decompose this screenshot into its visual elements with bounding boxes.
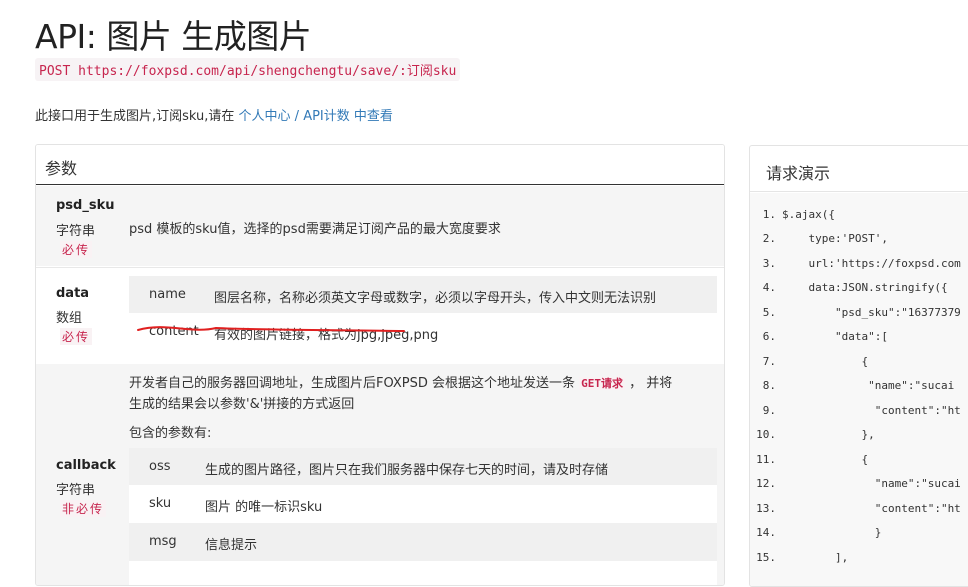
line-number: 9. (762, 404, 776, 417)
param-required-badge: 必传 (60, 328, 93, 345)
code-text: "name":"sucai (782, 477, 961, 490)
code-text: "content":"ht (782, 502, 961, 515)
code-text: { (782, 355, 869, 368)
code-line: 10. }, (750, 428, 875, 452)
code-text: }, (782, 428, 875, 441)
code-line: 2. type:'POST', (750, 232, 888, 256)
param-name: data (56, 286, 90, 301)
param-type: 字符串 (56, 483, 96, 498)
line-number: 11. (756, 453, 776, 466)
param-row-data: data 数组 必传 name 图层名称，名称必须英文字母或数字，必须以字母开头… (36, 267, 724, 365)
api-count-link[interactable]: 个人中心 / API计数 中查看 (239, 109, 393, 124)
subfield-row-partial (129, 561, 717, 585)
params-panel: 参数 psd_sku 字符串 必传 psd 模板的sku值，选择的psd需要满足… (35, 144, 725, 586)
code-line: 1. $.ajax({ (750, 208, 835, 232)
callback-description-line1: 开发者自己的服务器回调地址，生成图片后FOXPSD 会根据这个地址发送一条 GE… (129, 372, 672, 391)
param-description: psd 模板的sku值，选择的psd需要满足订阅产品的最大宽度要求 (129, 222, 501, 237)
line-number: 4. (762, 281, 776, 294)
code-text: "data":[ (782, 330, 888, 343)
page-title: API: 图片 生成图片 (35, 17, 312, 56)
code-line: 13. "content":"ht (750, 502, 961, 526)
line-number: 14. (756, 526, 776, 539)
code-text: "name":"sucai (782, 379, 955, 392)
code-text: "psd_sku":"16377379 (782, 306, 961, 319)
code-line: 15. ], (750, 551, 848, 575)
red-underline-annotation (137, 326, 405, 332)
code-line: 7. { (750, 355, 868, 379)
code-text: url:'https://foxpsd.com (782, 257, 961, 270)
code-line: 14. } (750, 526, 881, 550)
code-line: 11. { (750, 453, 868, 477)
param-type: 字符串 (56, 224, 96, 239)
subfield-key: oss (149, 459, 171, 474)
request-demo-panel: 请求演示 1. $.ajax({ 2. type:'POST', 3. url:'… (749, 145, 968, 587)
subfield-value: 图片 的唯一标识sku (205, 500, 323, 515)
line-number: 13. (756, 502, 776, 515)
endpoint-url: POST https://foxpsd.com/api/shengchengtu… (35, 58, 461, 81)
callback-description-line2: 生成的结果会以参数'&'拼接的方式返回 (129, 397, 355, 412)
line-number: 10. (756, 428, 776, 441)
code-line: 6. "data":[ (750, 330, 888, 354)
line-number: 1. (762, 208, 776, 221)
callback-params-label: 包含的参数有: (129, 426, 212, 441)
code-text: "content":"ht (782, 404, 961, 417)
line-number: 5. (762, 306, 776, 319)
intro-description: 此接口用于生成图片,订阅sku,请在 (35, 109, 239, 124)
subfield-key: sku (149, 496, 172, 511)
code-text: $.ajax({ (782, 208, 835, 221)
code-line: 4. data:JSON.stringify({ (750, 281, 948, 305)
callback-desc-text: 开发者自己的服务器回调地址，生成图片后FOXPSD 会根据这个地址发送一条 (129, 376, 580, 391)
subfield-value: 生成的图片路径，图片只在我们服务器中保存七天的时间，请及时存储 (205, 463, 609, 478)
intro-text: 此接口用于生成图片,订阅sku,请在 个人中心 / API计数 中查看 (35, 105, 393, 124)
callback-desc-text-end: ， 并将 (625, 376, 673, 391)
code-line: 8. "name":"sucai (750, 379, 954, 403)
code-text: type:'POST', (782, 232, 888, 245)
code-line: 12. "name":"sucai (750, 477, 961, 501)
param-name: psd_sku (56, 198, 115, 213)
subfield-row: oss 生成的图片路径，图片只在我们服务器中保存七天的时间，请及时存储 (129, 448, 717, 485)
code-text: } (782, 526, 882, 539)
param-row-psd-sku: psd_sku 字符串 必传 psd 模板的sku值，选择的psd需要满足订阅产… (36, 186, 724, 266)
line-number: 3. (762, 257, 776, 270)
param-name: callback (56, 458, 116, 473)
line-number: 7. (762, 355, 776, 368)
subfield-value: 信息提示 (205, 538, 258, 553)
param-type: 数组 (56, 311, 83, 326)
subfield-value: 图层名称，名称必须英文字母或数字，必须以字母开头，传入中文则无法识别 (214, 291, 657, 306)
param-required-badge: 非必传 (60, 500, 107, 517)
code-line: 5. "psd_sku":"16377379 (750, 306, 961, 330)
callback-subfields-table: oss 生成的图片路径，图片只在我们服务器中保存七天的时间，请及时存储 sku … (129, 448, 717, 585)
code-text: { (782, 453, 869, 466)
param-required-badge: 必传 (60, 241, 93, 258)
line-number: 2. (762, 232, 776, 245)
line-number: 15. (756, 551, 776, 564)
code-line: 9. "content":"ht (750, 404, 961, 428)
subfield-key: name (149, 287, 186, 302)
line-number: 12. (756, 477, 776, 490)
subfield-row: sku 图片 的唯一标识sku (129, 485, 717, 523)
code-block[interactable]: 1. $.ajax({ 2. type:'POST', 3. url:'https… (750, 193, 968, 586)
line-number: 8. (762, 379, 776, 392)
demo-heading: 请求演示 (750, 146, 968, 192)
code-line: 3. url:'https://foxpsd.com (750, 257, 961, 281)
params-heading: 参数 (36, 145, 724, 185)
subfield-key: msg (149, 534, 177, 549)
line-number: 6. (762, 330, 776, 343)
code-text: ], (782, 551, 849, 564)
get-request-code: GET请求 (579, 377, 626, 390)
param-row-callback: callback 字符串 非必传 开发者自己的服务器回调地址，生成图片后FOXP… (36, 364, 724, 585)
data-subfields-table: name 图层名称，名称必须英文字母或数字，必须以字母开头，传入中文则无法识别 … (129, 276, 717, 350)
subfield-row: name 图层名称，名称必须英文字母或数字，必须以字母开头，传入中文则无法识别 (129, 276, 717, 313)
subfield-row: msg 信息提示 (129, 523, 717, 561)
code-text: data:JSON.stringify({ (782, 281, 948, 294)
